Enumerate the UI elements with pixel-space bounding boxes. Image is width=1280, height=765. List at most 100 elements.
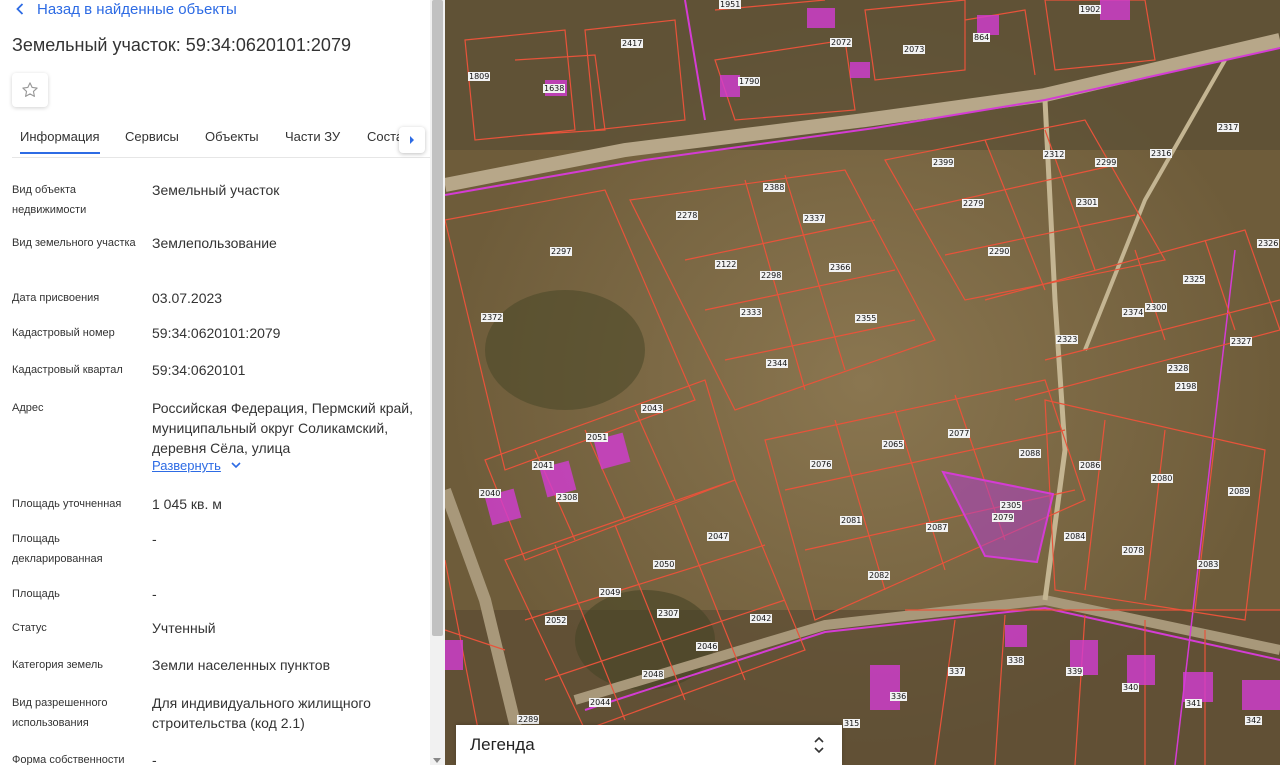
plot-label: 2052 [545, 616, 568, 625]
plot-label: 2086 [1079, 461, 1102, 470]
plot-label: 337 [948, 667, 966, 676]
field-label: Адрес [12, 402, 44, 414]
legend-title: Легенда [470, 735, 535, 754]
plot-label: 2333 [740, 308, 763, 317]
field-value: Землепользование [152, 235, 277, 251]
field-label: Кадастровый номер [12, 327, 115, 339]
plot-label: 2372 [481, 313, 504, 322]
plot-label: 2080 [1151, 474, 1174, 483]
field-label: Кадастровый квартал [12, 364, 123, 376]
plot-label: 2317 [1217, 123, 1240, 132]
field-value: Учтенный [152, 620, 216, 636]
plot-label: 2083 [1197, 560, 1220, 569]
plot-label: 2344 [766, 359, 789, 368]
tab-land-parts[interactable]: Части ЗУ [285, 129, 340, 144]
plot-label: 2040 [479, 489, 502, 498]
expand-collapse-icon[interactable] [814, 736, 824, 754]
field-label: Площадь [12, 588, 60, 600]
plot-label: 2337 [803, 214, 826, 223]
plot-label: 2297 [550, 247, 573, 256]
plot-label: 2122 [715, 260, 738, 269]
plot-label: 2307 [657, 609, 680, 618]
plot-label: 342 [1245, 716, 1263, 725]
plot-label: 2298 [760, 271, 783, 280]
plot-label: 864 [973, 33, 991, 42]
page-title: Земельный участок: 59:34:0620101:2079 [12, 35, 351, 55]
plot-label: 2417 [621, 39, 644, 48]
plot-label: 2065 [882, 440, 905, 449]
tab-information[interactable]: Информация [20, 129, 100, 154]
plot-label: 1790 [738, 77, 761, 86]
plot-label: 2046 [696, 642, 719, 651]
plot-label: 2305 [1000, 501, 1023, 510]
plot-label: 2301 [1076, 198, 1099, 207]
plot-label: 2073 [903, 45, 926, 54]
plot-label: 2043 [641, 404, 664, 413]
field-label: Статус [12, 622, 47, 634]
plot-label: 2300 [1145, 303, 1168, 312]
plot-label: 2374 [1122, 308, 1145, 317]
plot-label: 2312 [1043, 150, 1066, 159]
tree-patch [485, 290, 645, 410]
field-label: Категория земель [12, 659, 103, 671]
panel-scrollbar[interactable] [430, 0, 445, 765]
plot-label: 2077 [948, 429, 971, 438]
plot-label: 338 [1007, 656, 1025, 665]
field-label: Дата присвоения [12, 292, 100, 304]
plot-label: 339 [1066, 667, 1084, 676]
field-value: Для индивидуального жилищного строительс… [152, 695, 371, 731]
chevron-left-icon [16, 3, 24, 15]
plot-label: 2290 [988, 247, 1011, 256]
plot-label: 2082 [868, 571, 891, 580]
plot-label: 2081 [840, 516, 863, 525]
plot-label: 2078 [1122, 546, 1145, 555]
plot-label: 2048 [642, 670, 665, 679]
plot-label: 315 [843, 719, 861, 728]
field-label: Вид земельного участка [12, 237, 136, 249]
scroll-down-arrow[interactable] [433, 758, 441, 763]
star-icon [22, 82, 38, 97]
field-value: - [152, 752, 157, 765]
plot-label: 2308 [556, 493, 579, 502]
field-value: Земельный участок [152, 182, 280, 198]
plot-label: 2355 [855, 314, 878, 323]
plot-label: 1902 [1079, 5, 1102, 14]
cadastral-map[interactable]: 1951 1902 2417 2072 2073 864 1809 1638 1… [445, 0, 1280, 765]
plot-label: 2316 [1150, 149, 1173, 158]
plot-label: 2087 [926, 523, 949, 532]
field-value: Земли населенных пунктов [152, 657, 331, 673]
plot-label: 2328 [1167, 364, 1190, 373]
plot-label: 2325 [1183, 275, 1206, 284]
tab-composition[interactable]: Соста [367, 129, 403, 144]
plot-label: 2088 [1019, 449, 1042, 458]
plot-label: 2044 [589, 698, 612, 707]
expand-address-link[interactable]: Развернуть [152, 458, 241, 473]
chevron-down-icon [231, 462, 241, 469]
field-label: Площадь уточненная [12, 498, 122, 510]
field-value: 59:34:0620101:2079 [152, 325, 281, 341]
plot-label: 2326 [1257, 239, 1280, 248]
plot-label: 2079 [992, 513, 1015, 522]
plot-label: 341 [1185, 699, 1203, 708]
plot-label: 1638 [543, 84, 566, 93]
map-canvas [445, 0, 1280, 765]
back-link-label: Назад в найденные объекты [37, 0, 237, 18]
plot-label: 2278 [676, 211, 699, 220]
favorite-button[interactable] [12, 73, 48, 107]
field-value: 59:34:0620101 [152, 362, 246, 378]
tab-services[interactable]: Сервисы [125, 129, 179, 144]
back-link[interactable]: Назад в найденные объекты [16, 0, 237, 18]
plot-label: 1951 [719, 0, 742, 9]
plot-label: 2047 [707, 532, 730, 541]
tabs-scroll-right-button[interactable] [399, 127, 425, 153]
legend-panel[interactable]: Легенда [456, 725, 842, 765]
plot-label: 2279 [962, 199, 985, 208]
plot-label: 2399 [932, 158, 955, 167]
plot-label: 336 [890, 692, 908, 701]
plot-label: 2327 [1230, 337, 1253, 346]
plot-label: 1809 [468, 72, 491, 81]
field-address: Адрес Российская Федерация, Пермский кра… [12, 398, 422, 484]
scrollbar-thumb[interactable] [432, 0, 443, 636]
tab-objects[interactable]: Объекты [205, 129, 259, 144]
plot-label: 2042 [750, 614, 773, 623]
